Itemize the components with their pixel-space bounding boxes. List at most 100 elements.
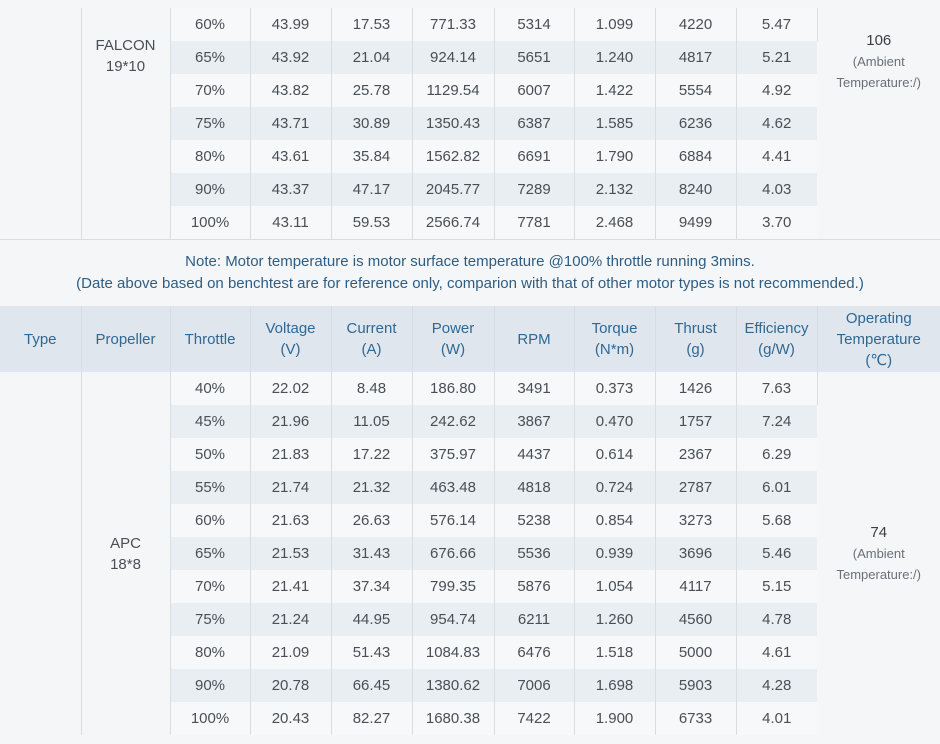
table-cell: 21.32 (331, 471, 412, 504)
table-cell: 4.28 (736, 669, 817, 702)
table-cell: 5876 (494, 570, 574, 603)
table-cell: 924.14 (412, 41, 494, 74)
table-cell: 44.95 (331, 603, 412, 636)
table-cell: 55% (170, 471, 250, 504)
table-cell: 40% (170, 372, 250, 405)
operating-temperature-cell: 106(AmbientTemperature:/) (817, 8, 940, 239)
table-cell: 50% (170, 438, 250, 471)
table-cell: 1.099 (574, 8, 655, 41)
table-cell: 4.01 (736, 702, 817, 735)
table-cell: 0.614 (574, 438, 655, 471)
upper-data-table: FALCON19*1060%43.9917.53771.3353141.0994… (0, 8, 940, 239)
table-cell: 6007 (494, 74, 574, 107)
header-current: Current(A) (331, 306, 412, 372)
table-cell: 43.82 (250, 74, 331, 107)
table-cell: 3.70 (736, 206, 817, 239)
table-cell: 2566.74 (412, 206, 494, 239)
table-cell: 30.89 (331, 107, 412, 140)
table-cell: 17.53 (331, 8, 412, 41)
table-cell: 1129.54 (412, 74, 494, 107)
table-cell: 0.939 (574, 537, 655, 570)
table-cell: 1.900 (574, 702, 655, 735)
table-cell: 0.470 (574, 405, 655, 438)
table-cell: 100% (170, 206, 250, 239)
note-line-2: (Date above based on benchtest are for r… (76, 273, 864, 295)
table-cell: 3273 (655, 504, 736, 537)
table-cell: 1.698 (574, 669, 655, 702)
table-cell: 771.33 (412, 8, 494, 41)
table-cell: 2367 (655, 438, 736, 471)
table-cell: 1426 (655, 372, 736, 405)
table-cell: 75% (170, 107, 250, 140)
header-rpm: RPM (494, 306, 574, 372)
table-cell: 5314 (494, 8, 574, 41)
table-cell: 1380.62 (412, 669, 494, 702)
table-cell: 9499 (655, 206, 736, 239)
table-cell: 60% (170, 8, 250, 41)
table-cell: 7422 (494, 702, 574, 735)
table-cell: 75% (170, 603, 250, 636)
table-cell: 21.83 (250, 438, 331, 471)
table-cell: 4817 (655, 41, 736, 74)
table-cell: 35.84 (331, 140, 412, 173)
header-torque: Torque(N*m) (574, 306, 655, 372)
table-cell: 60% (170, 504, 250, 537)
table-cell: 1.518 (574, 636, 655, 669)
table-cell: 1.422 (574, 74, 655, 107)
operating-temperature-cell: 74(AmbientTemperature:/) (817, 372, 940, 735)
propeller-label: APC (82, 533, 170, 554)
table-cell: 2045.77 (412, 173, 494, 206)
lower-data-table: Type Propeller Throttle Voltage(V) Curre… (0, 306, 940, 735)
table-cell: 59.53 (331, 206, 412, 239)
table-cell: 1680.38 (412, 702, 494, 735)
table-cell: 5.15 (736, 570, 817, 603)
table-cell: 0.724 (574, 471, 655, 504)
table-cell: 1.054 (574, 570, 655, 603)
table-cell: 4.61 (736, 636, 817, 669)
table-cell: 1.790 (574, 140, 655, 173)
table-cell: 375.97 (412, 438, 494, 471)
table-cell: 80% (170, 636, 250, 669)
table-cell: 21.24 (250, 603, 331, 636)
table-cell: 576.14 (412, 504, 494, 537)
table-cell: 70% (170, 570, 250, 603)
ambient-temperature-note: (Ambient (818, 543, 940, 564)
table-cell: 2.468 (574, 206, 655, 239)
table-cell: 21.41 (250, 570, 331, 603)
table-cell: 47.17 (331, 173, 412, 206)
table-cell: 22.02 (250, 372, 331, 405)
table-cell: 7.24 (736, 405, 817, 438)
ambient-temperature-note: Temperature:/) (818, 72, 940, 93)
table-cell: 90% (170, 173, 250, 206)
table-cell: 45% (170, 405, 250, 438)
table-cell: 37.34 (331, 570, 412, 603)
table-cell: 6733 (655, 702, 736, 735)
table-cell: 4437 (494, 438, 574, 471)
table-cell: 100% (170, 702, 250, 735)
table-cell: 5.21 (736, 41, 817, 74)
table-cell: 3491 (494, 372, 574, 405)
table-cell: 43.71 (250, 107, 331, 140)
table-cell: 65% (170, 41, 250, 74)
table-cell: 4.78 (736, 603, 817, 636)
table-cell: 4220 (655, 8, 736, 41)
table-cell: 4.03 (736, 173, 817, 206)
table-cell: 5000 (655, 636, 736, 669)
table-cell: 6.29 (736, 438, 817, 471)
table-cell: 3867 (494, 405, 574, 438)
table-cell: 5554 (655, 74, 736, 107)
table-cell: 5903 (655, 669, 736, 702)
table-cell: 11.05 (331, 405, 412, 438)
temperature-value: 74 (818, 522, 940, 543)
table-row: FALCON19*1060%43.9917.53771.3353141.0994… (0, 8, 940, 41)
table-cell: 186.80 (412, 372, 494, 405)
header-voltage: Voltage(V) (250, 306, 331, 372)
table-cell: 6884 (655, 140, 736, 173)
table-cell: 6476 (494, 636, 574, 669)
table-cell: 90% (170, 669, 250, 702)
lower-table-body: APC18*840%22.028.48186.8034910.37314267.… (0, 372, 940, 735)
table-row: APC18*840%22.028.48186.8034910.37314267.… (0, 372, 940, 405)
type-cell (0, 8, 81, 239)
table-cell: 4.92 (736, 74, 817, 107)
header-thrust: Thrust(g) (655, 306, 736, 372)
